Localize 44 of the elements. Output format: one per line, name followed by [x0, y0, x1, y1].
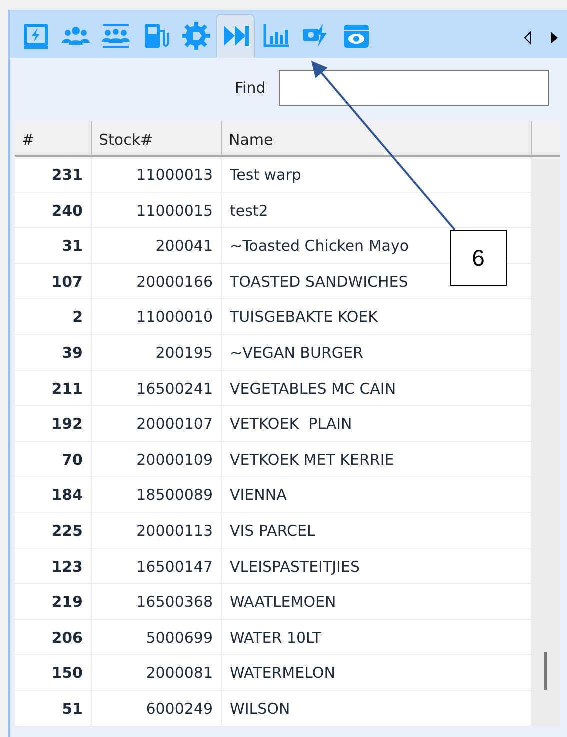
group-icon	[100, 21, 130, 51]
table-cell: 150	[15, 655, 92, 690]
table-cell: 11000010	[92, 299, 222, 334]
scrollbar-thumb[interactable]	[544, 652, 547, 690]
table-cell: 20000107	[92, 406, 222, 441]
table-cell: 211	[15, 370, 92, 406]
table-cell: 2	[15, 299, 92, 334]
table-cell: 16500241	[92, 370, 222, 406]
table-cell: 184	[15, 477, 92, 512]
table-cell: 20000109	[92, 442, 222, 476]
table-cell: 231	[15, 157, 92, 192]
table-cell: 18500089	[92, 477, 222, 512]
table-cell: 123	[15, 548, 92, 584]
table-cell: 200195	[92, 334, 222, 370]
table-cell: 51	[15, 690, 92, 726]
table-cell: 225	[15, 512, 92, 548]
toolbar-tab[interactable]	[216, 14, 255, 58]
column-header[interactable]: Name	[222, 121, 532, 155]
table-cell: 107	[15, 264, 92, 298]
table-cell: 11000015	[92, 192, 222, 228]
left-arrow-icon	[523, 31, 533, 45]
table-cell: 70	[15, 442, 92, 476]
table-cell: 200041	[92, 228, 222, 263]
column-header[interactable]: Stock#	[92, 121, 222, 155]
table-cell: 20000166	[92, 264, 222, 298]
table-cell: 206	[15, 620, 92, 654]
table-cell: 219	[15, 584, 92, 619]
find-label: Find	[235, 78, 266, 99]
table-cell: 31	[15, 228, 92, 263]
table-cell: 2000081	[92, 655, 222, 690]
table-cell: 192	[15, 406, 92, 441]
table-cell: 11000013	[92, 157, 222, 192]
table-cell: 240	[15, 192, 92, 228]
column-header[interactable]: #	[15, 121, 92, 155]
gear-icon	[180, 21, 210, 51]
table-cell: 20000113	[92, 512, 222, 548]
right-arrow-icon	[549, 31, 559, 45]
table-cell: 16500147	[92, 548, 222, 584]
table-cell: 16500368	[92, 584, 222, 619]
scrollbar[interactable]	[532, 157, 560, 726]
find-field[interactable]	[278, 70, 549, 106]
table-cell: 6000249	[92, 690, 222, 726]
table-cell: 39	[15, 334, 92, 370]
table-cell: 5000699	[92, 620, 222, 654]
